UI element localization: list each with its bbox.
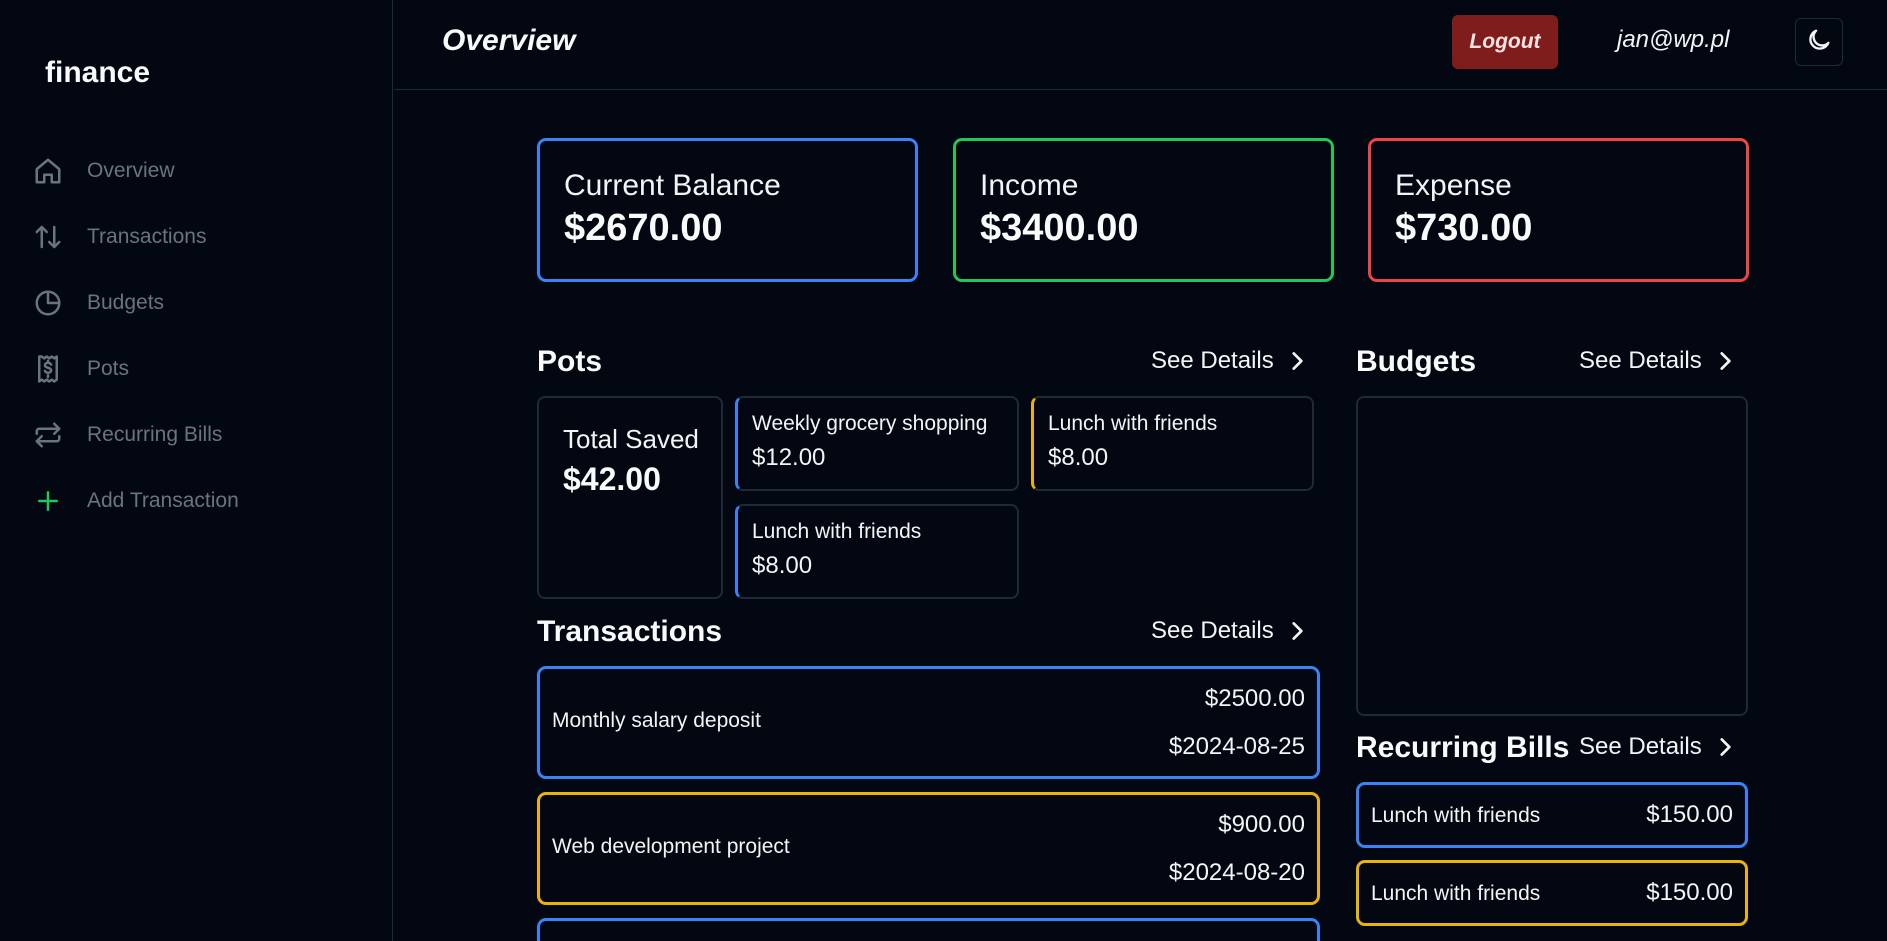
- transaction-row[interactable]: Web development project $900.00 $2024-08…: [537, 792, 1320, 905]
- pots-title: Pots: [537, 345, 603, 378]
- recurring-bill-row[interactable]: Lunch with friends $150.00: [1356, 782, 1748, 848]
- bill-name: Lunch with friends: [1371, 882, 1541, 905]
- sidebar-nav: Overview Transactions Budgets Pots Recur…: [32, 138, 239, 534]
- sidebar-item-transactions[interactable]: Transactions: [32, 204, 239, 270]
- transaction-date: $2024-08-20: [1168, 859, 1305, 886]
- stat-label: Current Balance: [564, 169, 781, 202]
- sidebar-item-label: Budgets: [87, 291, 165, 314]
- transactions-see-details-link[interactable]: See Details: [1151, 617, 1310, 645]
- stat-label: Income: [980, 169, 1079, 202]
- pot-amount: $8.00: [752, 552, 813, 579]
- brand-logo: finance: [45, 56, 151, 89]
- sidebar-item-label: Recurring Bills: [87, 423, 223, 446]
- pot-name: Weekly grocery shopping: [752, 412, 988, 435]
- sidebar-item-budgets[interactable]: Budgets: [32, 270, 239, 336]
- stat-value: $3400.00: [980, 207, 1139, 249]
- pot-name: Lunch with friends: [1048, 412, 1218, 435]
- budgets-see-details-link[interactable]: See Details: [1579, 347, 1738, 375]
- transactions-title: Transactions: [537, 615, 723, 648]
- pie-chart-icon: [32, 287, 64, 319]
- logout-button[interactable]: Logout: [1452, 15, 1558, 69]
- chevron-right-icon: [1292, 622, 1303, 640]
- see-details-label: See Details: [1579, 347, 1702, 374]
- budgets-title: Budgets: [1356, 345, 1476, 378]
- expense-card: Expense $730.00: [1368, 138, 1749, 282]
- pots-see-details-link[interactable]: See Details: [1151, 347, 1310, 375]
- bill-amount: $150.00: [1646, 801, 1733, 828]
- chevron-right-icon: [1292, 352, 1303, 370]
- stat-label: Expense: [1395, 169, 1512, 202]
- chevron-right-icon: [1720, 352, 1731, 370]
- sidebar-item-pots[interactable]: Pots: [32, 336, 239, 402]
- see-details-label: See Details: [1151, 617, 1274, 644]
- moon-icon: [1805, 26, 1833, 59]
- total-saved-card: Total Saved $42.00: [537, 396, 723, 599]
- sidebar-item-recurring-bills[interactable]: Recurring Bills: [32, 402, 239, 468]
- sidebar-item-label: Pots: [87, 357, 130, 380]
- sidebar: finance Overview Transactions Budgets Po…: [0, 0, 393, 941]
- sidebar-item-label: Add Transaction: [87, 489, 239, 512]
- pot-amount: $12.00: [752, 444, 826, 471]
- income-card: Income $3400.00: [953, 138, 1334, 282]
- repeat-icon: [32, 419, 64, 451]
- transaction-row[interactable]: Monthly salary deposit $2500.00 $2024-08…: [537, 666, 1320, 779]
- transaction-amount: $2500.00: [1204, 685, 1305, 712]
- sidebar-item-label: Transactions: [87, 225, 207, 248]
- chevron-right-icon: [1720, 738, 1731, 756]
- receipt-dollar-icon: [32, 353, 64, 385]
- pot-card[interactable]: Lunch with friends $8.00: [1031, 396, 1314, 491]
- plus-icon: [32, 485, 64, 517]
- bill-name: Lunch with friends: [1371, 804, 1541, 827]
- bill-amount: $150.00: [1646, 879, 1733, 906]
- total-saved-label: Total Saved: [563, 424, 699, 454]
- see-details-label: See Details: [1579, 733, 1702, 760]
- recurring-bill-row[interactable]: Lunch with friends $150.00: [1356, 860, 1748, 926]
- transaction-description: Monthly salary deposit: [552, 709, 761, 732]
- arrows-up-down-icon: [32, 221, 64, 253]
- pot-amount: $8.00: [1048, 444, 1109, 471]
- current-balance-card: Current Balance $2670.00: [537, 138, 918, 282]
- transaction-amount: $900.00: [1218, 811, 1305, 838]
- home-icon: [32, 155, 64, 187]
- budgets-chart-panel: [1356, 396, 1748, 716]
- stat-value: $2670.00: [564, 207, 723, 249]
- see-details-label: See Details: [1151, 347, 1274, 374]
- theme-toggle-button[interactable]: [1795, 18, 1843, 66]
- total-saved-value: $42.00: [563, 461, 661, 497]
- recurring-bills-title: Recurring Bills: [1356, 731, 1570, 764]
- top-bar: Overview Logout jan@wp.pl: [394, 0, 1887, 90]
- pot-name: Lunch with friends: [752, 520, 922, 543]
- pot-card[interactable]: Weekly grocery shopping $12.00: [735, 396, 1019, 491]
- transaction-date: $2024-08-25: [1168, 733, 1305, 760]
- transaction-description: Web development project: [552, 835, 790, 858]
- recurring-bills-see-details-link[interactable]: See Details: [1579, 733, 1738, 761]
- sidebar-item-label: Overview: [87, 159, 175, 182]
- sidebar-item-add-transaction[interactable]: Add Transaction: [32, 468, 239, 534]
- transaction-row[interactable]: [537, 918, 1320, 941]
- sidebar-item-overview[interactable]: Overview: [32, 138, 239, 204]
- page-title: Overview: [442, 24, 576, 57]
- user-email: jan@wp.pl: [1617, 26, 1730, 53]
- stat-value: $730.00: [1395, 207, 1533, 249]
- pot-card[interactable]: Lunch with friends $8.00: [735, 504, 1019, 599]
